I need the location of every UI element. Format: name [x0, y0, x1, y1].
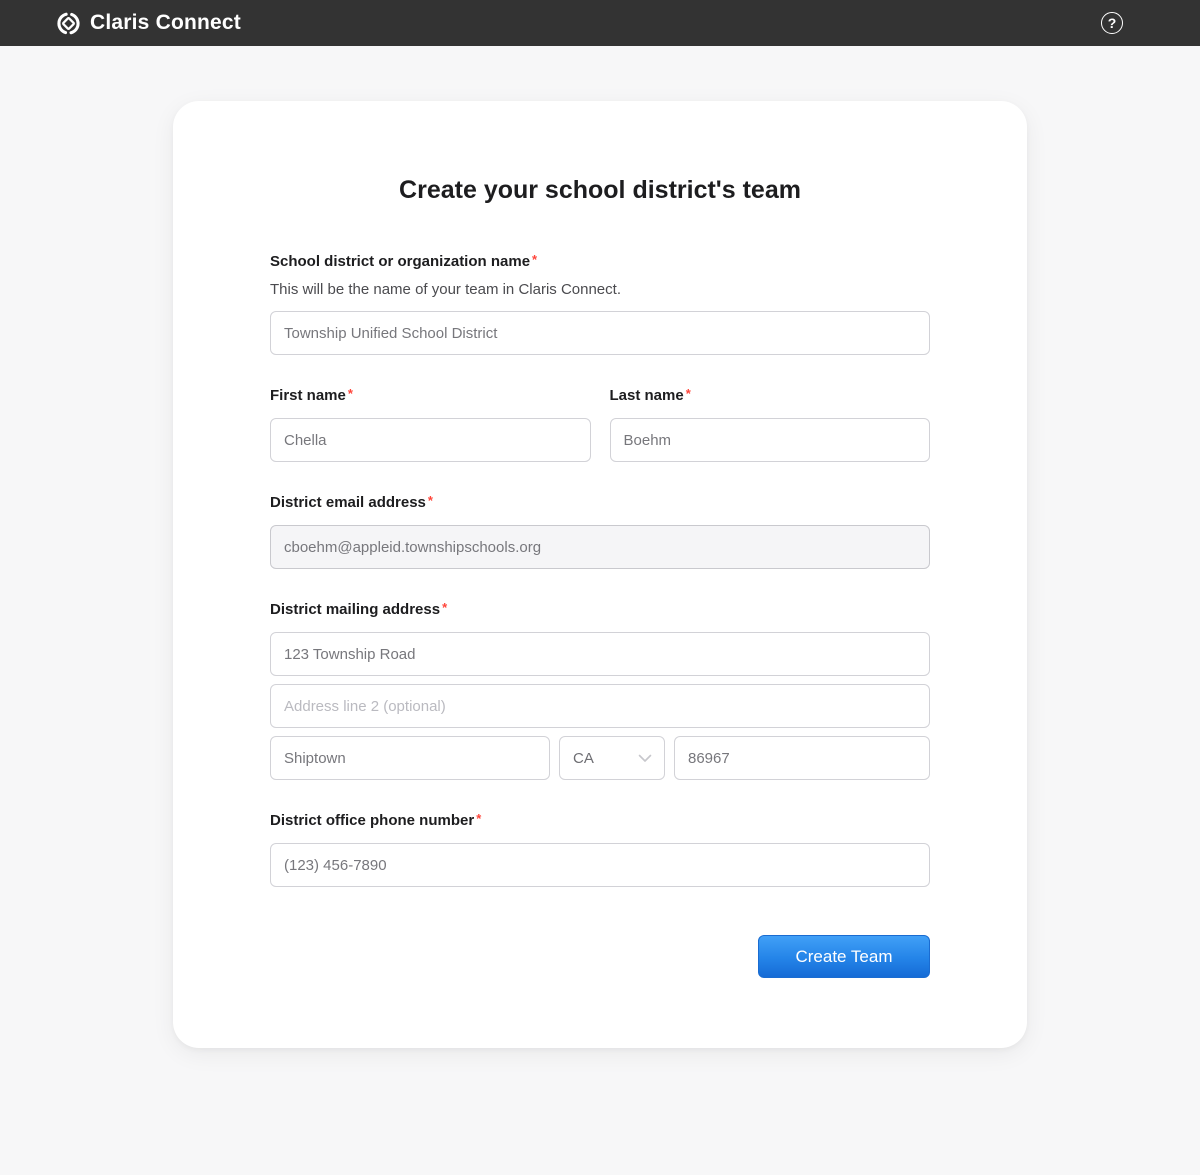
- name-fields-group: First name* Last name*: [270, 387, 930, 462]
- phone-input[interactable]: [270, 843, 930, 887]
- org-name-field-group: School district or organization name* Th…: [270, 253, 930, 355]
- mailing-address-group: District mailing address* CA: [270, 601, 930, 780]
- claris-logo-icon: [57, 12, 80, 35]
- address-line2-input[interactable]: [270, 684, 930, 728]
- last-name-input[interactable]: [610, 418, 931, 462]
- create-team-card: Create your school district's team Schoo…: [173, 101, 1027, 1048]
- org-name-input[interactable]: [270, 311, 930, 355]
- email-label: District email address: [270, 494, 426, 511]
- org-name-label: School district or organization name: [270, 253, 530, 270]
- first-name-label: First name: [270, 387, 346, 404]
- phone-field-group: District office phone number*: [270, 812, 930, 887]
- brand: Claris Connect: [57, 11, 241, 35]
- top-navbar: Claris Connect ?: [0, 0, 1200, 46]
- first-name-input[interactable]: [270, 418, 591, 462]
- mailing-address-label: District mailing address: [270, 601, 440, 618]
- brand-name: Claris Connect: [90, 11, 241, 35]
- required-asterisk: *: [532, 252, 537, 267]
- required-asterisk: *: [476, 811, 481, 826]
- required-asterisk: *: [348, 386, 353, 401]
- last-name-label: Last name: [610, 387, 684, 404]
- zip-input[interactable]: [674, 736, 930, 780]
- create-team-button[interactable]: Create Team: [758, 935, 930, 978]
- help-icon[interactable]: ?: [1101, 12, 1123, 34]
- city-input[interactable]: [270, 736, 550, 780]
- first-name-field: First name*: [270, 387, 591, 462]
- required-asterisk: *: [428, 493, 433, 508]
- required-asterisk: *: [686, 386, 691, 401]
- state-select[interactable]: CA: [559, 736, 665, 780]
- org-name-help-text: This will be the name of your team in Cl…: [270, 281, 930, 298]
- email-input: [270, 525, 930, 569]
- page-title: Create your school district's team: [270, 176, 930, 205]
- chevron-down-icon: [638, 754, 652, 763]
- required-asterisk: *: [442, 600, 447, 615]
- email-field-group: District email address*: [270, 494, 930, 569]
- address-line1-input[interactable]: [270, 632, 930, 676]
- phone-label: District office phone number: [270, 812, 474, 829]
- last-name-field: Last name*: [610, 387, 931, 462]
- state-selected-value: CA: [573, 750, 594, 767]
